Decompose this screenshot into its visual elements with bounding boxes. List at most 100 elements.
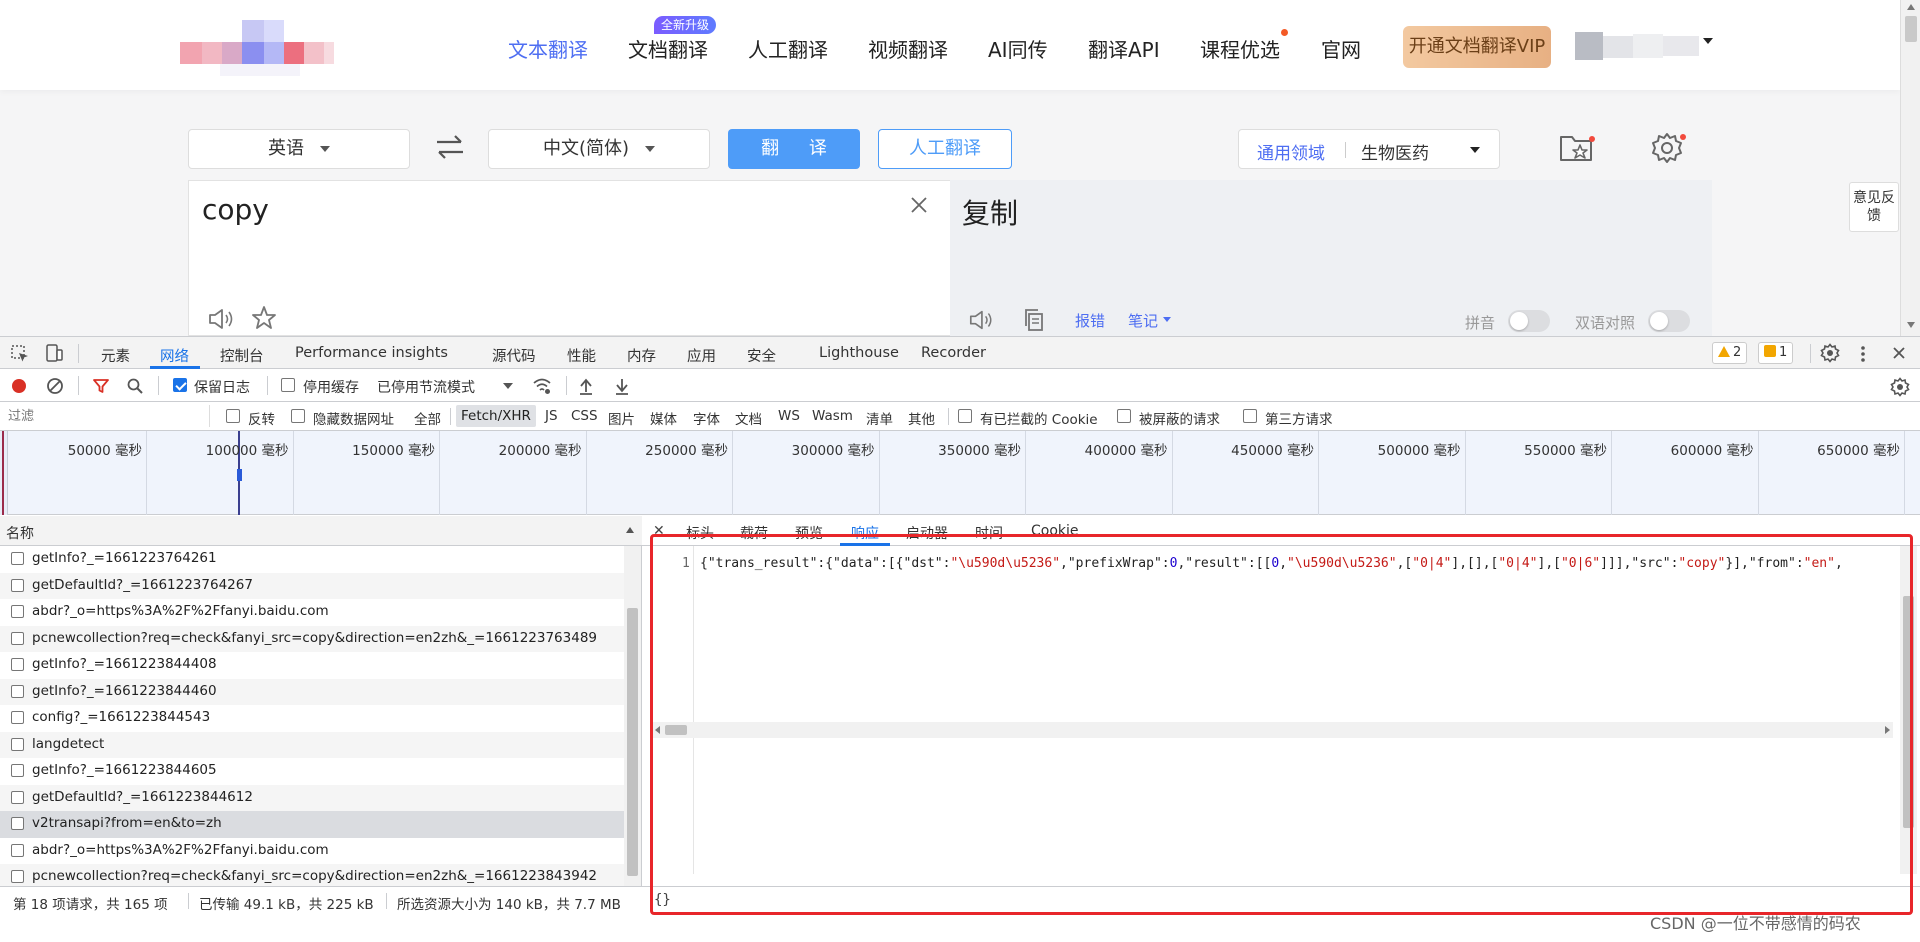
nav-courses[interactable]: 课程优选 (1200, 34, 1280, 63)
human-translation-button[interactable]: 人工翻译 (878, 129, 1012, 169)
name-column-header[interactable]: 名称 (6, 523, 34, 543)
record-icon[interactable] (10, 377, 28, 395)
request-row[interactable]: pcnewcollection?req=check&fanyi_src=copy… (0, 625, 624, 652)
type-filter-doc[interactable]: 文档 (735, 408, 762, 428)
row-checkbox[interactable] (11, 764, 24, 777)
blocked-requests-checkbox[interactable] (1117, 409, 1131, 423)
blocked-cookies-checkbox[interactable] (958, 409, 972, 423)
type-filter-css[interactable]: CSS (571, 408, 598, 424)
scroll-up-icon[interactable] (1907, 4, 1915, 10)
request-row-selected[interactable]: v2transapi?from=en&to=zh (0, 811, 624, 838)
row-checkbox[interactable] (11, 605, 24, 618)
nav-document-translation[interactable]: 文档翻译 (628, 34, 708, 63)
target-language-select[interactable]: 中文(简体) (488, 129, 710, 169)
request-row[interactable]: getInfo?_=1661223844408 (0, 652, 624, 679)
page-scrollbar[interactable] (1900, 0, 1920, 336)
warnings-badge[interactable]: 2 (1712, 342, 1748, 364)
nav-official-site[interactable]: 官网 (1321, 34, 1361, 63)
bilingual-toggle[interactable] (1648, 310, 1690, 332)
tab-application[interactable]: 应用 (687, 345, 716, 366)
request-row[interactable]: pcnewcollection?req=check&fanyi_src=copy… (0, 864, 624, 886)
source-language-select[interactable]: 英语 (188, 129, 410, 169)
tab-console[interactable]: 控制台 (220, 345, 264, 366)
tab-response[interactable]: 响应 (851, 523, 879, 543)
row-checkbox[interactable] (11, 578, 24, 592)
request-row[interactable]: langdetect (0, 731, 624, 758)
response-code-line[interactable]: {"trans_result":{"data":[{"dst":"\u590d\… (700, 556, 1900, 571)
nav-text-translation[interactable]: 文本翻译 (508, 34, 588, 63)
type-filter-all[interactable]: 全部 (414, 408, 441, 428)
sort-ascending-icon[interactable] (626, 527, 634, 533)
scroll-right-icon[interactable] (1885, 726, 1890, 734)
scrollbar-thumb[interactable] (665, 725, 687, 735)
request-row[interactable]: getDefaultId?_=1661223844612 (0, 784, 624, 811)
row-checkbox[interactable] (11, 711, 24, 724)
gear-icon[interactable] (1820, 343, 1840, 363)
source-text[interactable]: copy (202, 193, 269, 226)
import-har-icon[interactable] (578, 377, 594, 395)
nav-human-translation[interactable]: 人工翻译 (748, 34, 828, 63)
report-error-link[interactable]: 报错 (1075, 310, 1105, 331)
request-list-scrollbar[interactable] (624, 546, 641, 886)
search-icon[interactable] (126, 377, 144, 395)
tab-network[interactable]: 网络 (160, 345, 189, 366)
copy-icon[interactable] (1023, 308, 1045, 332)
tab-elements[interactable]: 元素 (101, 345, 130, 366)
request-row[interactable]: getInfo?_=1661223844605 (0, 758, 624, 785)
tab-recorder[interactable]: Recorder (921, 345, 986, 361)
close-icon[interactable] (1892, 346, 1906, 360)
clear-icon[interactable] (46, 377, 64, 395)
row-checkbox[interactable] (11, 737, 24, 751)
type-filter-fetch-xhr[interactable]: Fetch/XHR (456, 405, 536, 427)
device-toolbar-icon[interactable] (44, 343, 64, 363)
row-checkbox[interactable] (11, 843, 24, 857)
chevron-down-icon[interactable] (503, 383, 513, 389)
gear-icon[interactable] (1890, 377, 1910, 397)
scroll-left-icon[interactable] (655, 726, 660, 734)
type-filter-manifest[interactable]: 清单 (866, 408, 893, 428)
type-filter-wasm[interactable]: Wasm (812, 408, 853, 424)
request-row[interactable]: config?_=1661223844543 (0, 705, 624, 732)
hide-data-urls-checkbox[interactable] (291, 409, 305, 423)
swap-languages-icon[interactable] (434, 132, 466, 162)
type-filter-ws[interactable]: WS (778, 408, 800, 424)
tab-payload[interactable]: 载荷 (740, 523, 768, 543)
user-avatar[interactable] (1575, 32, 1699, 60)
speaker-icon[interactable] (968, 308, 994, 332)
close-icon[interactable] (909, 195, 929, 215)
invert-checkbox[interactable] (226, 409, 240, 423)
response-horizontal-scrollbar[interactable] (653, 722, 1893, 738)
source-text-panel[interactable]: copy (188, 180, 950, 336)
tab-lighthouse[interactable]: Lighthouse (819, 345, 899, 361)
pinyin-toggle[interactable] (1508, 310, 1550, 332)
close-icon[interactable]: ✕ (653, 523, 665, 539)
tab-headers[interactable]: 标头 (686, 523, 714, 543)
scroll-down-icon[interactable] (1907, 322, 1915, 328)
more-options-icon[interactable] (1858, 344, 1868, 364)
request-row[interactable]: abdr?_o=https%3A%2F%2Ffanyi.baidu.com (0, 838, 624, 865)
translate-button[interactable]: 翻 译 (728, 129, 860, 169)
list-header[interactable]: 名称 (0, 516, 642, 546)
export-har-icon[interactable] (614, 377, 630, 395)
filter-icon[interactable] (92, 377, 110, 395)
response-vertical-scrollbar[interactable] (1900, 546, 1917, 874)
vip-button[interactable]: 开通文档翻译VIP (1403, 26, 1551, 68)
gear-icon[interactable] (1650, 131, 1684, 165)
nav-translation-api[interactable]: 翻译API (1088, 34, 1160, 63)
throttle-select[interactable]: 已停用节流模式 (377, 377, 475, 397)
type-filter-other[interactable]: 其他 (908, 408, 935, 428)
nav-ai-interpretation[interactable]: AI同传 (988, 34, 1048, 63)
tab-preview[interactable]: 预览 (795, 523, 823, 543)
tab-sources[interactable]: 源代码 (492, 345, 536, 366)
tab-performance[interactable]: 性能 (567, 345, 596, 366)
third-party-checkbox[interactable] (1243, 409, 1257, 423)
disable-cache-checkbox[interactable] (281, 378, 295, 392)
pretty-print-button[interactable]: {} (654, 892, 671, 908)
tab-performance-insights[interactable]: Performance insights (295, 345, 448, 361)
domain-select[interactable]: 通用领域 生物医药 (1238, 129, 1500, 169)
scrollbar-thumb[interactable] (1905, 16, 1917, 42)
star-icon[interactable] (251, 305, 277, 331)
user-menu-caret-icon[interactable] (1703, 38, 1713, 44)
row-checkbox[interactable] (11, 817, 24, 830)
row-checkbox[interactable] (11, 631, 24, 645)
